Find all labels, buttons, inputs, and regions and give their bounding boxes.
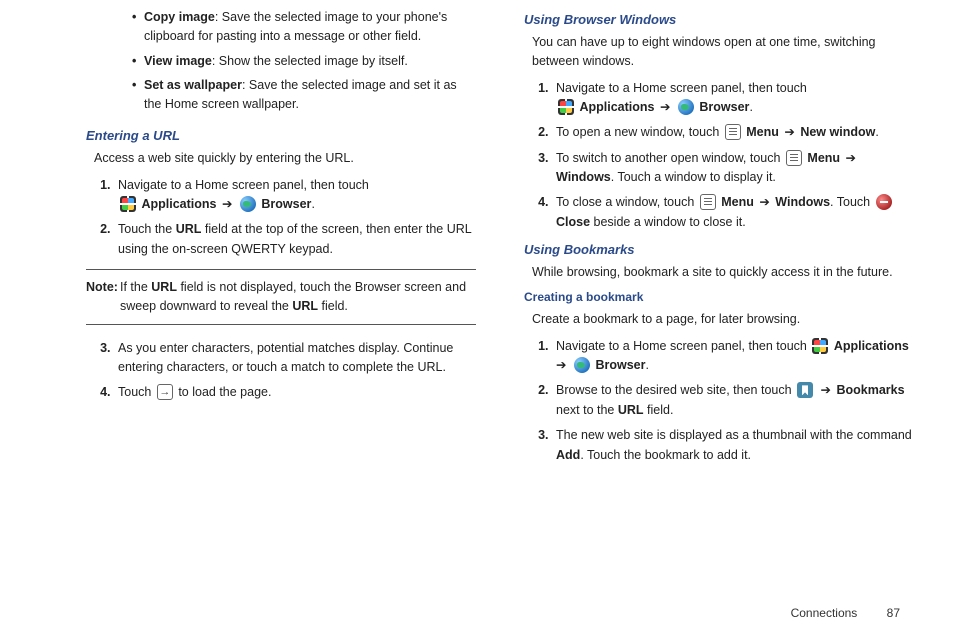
browser-icon <box>678 99 694 115</box>
url-intro: Access a web site quickly by entering th… <box>94 149 476 168</box>
url-steps-top: Navigate to a Home screen panel, then to… <box>92 176 476 260</box>
bullet-copy-image: Copy image: Save the selected image to y… <box>132 8 476 46</box>
win-step-1: Navigate to a Home screen panel, then to… <box>552 79 914 118</box>
go-arrow-icon <box>157 384 173 400</box>
close-icon <box>876 194 892 210</box>
applications-icon <box>120 196 136 212</box>
bm-step-1: Navigate to a Home screen panel, then to… <box>552 337 914 376</box>
applications-icon <box>558 99 574 115</box>
browser-icon <box>574 357 590 373</box>
note-block: Note: If the URL field is not displayed,… <box>86 269 476 325</box>
menu-icon <box>700 194 716 210</box>
bm-step-2: Browse to the desired web site, then tou… <box>552 381 914 420</box>
page-footer: Connections 87 <box>791 606 900 620</box>
win-step-2: To open a new window, touch Menu ➔ New w… <box>552 123 914 142</box>
url-step-2: Touch the URL field at the top of the sc… <box>114 220 476 259</box>
applications-icon <box>812 338 828 354</box>
url-step-1: Navigate to a Home screen panel, then to… <box>114 176 476 215</box>
menu-icon <box>725 124 741 140</box>
heading-browser-windows: Using Browser Windows <box>524 12 914 27</box>
url-step-3: As you enter characters, potential match… <box>114 339 476 378</box>
browser-icon <box>240 196 256 212</box>
footer-section: Connections <box>791 606 858 620</box>
heading-bookmarks: Using Bookmarks <box>524 242 914 257</box>
note-body: If the URL field is not displayed, touch… <box>86 278 476 316</box>
bookmark-steps: Navigate to a Home screen panel, then to… <box>530 337 914 465</box>
bookmarks-intro: While browsing, bookmark a site to quick… <box>532 263 914 282</box>
url-step-4: Touch to load the page. <box>114 383 476 402</box>
left-column: Copy image: Save the selected image to y… <box>86 8 476 475</box>
bullet-set-wallpaper: Set as wallpaper: Save the selected imag… <box>132 76 476 114</box>
heading-entering-url: Entering a URL <box>86 128 476 143</box>
footer-page-number: 87 <box>887 606 900 620</box>
heading-create-bookmark: Creating a bookmark <box>524 290 914 304</box>
bullet-view-image: View image: Show the selected image by i… <box>132 52 476 71</box>
win-step-3: To switch to another open window, touch … <box>552 149 914 188</box>
bm-step-3: The new web site is displayed as a thumb… <box>552 426 914 465</box>
windows-steps: Navigate to a Home screen panel, then to… <box>530 79 914 233</box>
bookmarks-icon <box>797 382 813 398</box>
image-options-list: Copy image: Save the selected image to y… <box>92 8 476 114</box>
create-bookmark-intro: Create a bookmark to a page, for later b… <box>532 310 914 329</box>
windows-intro: You can have up to eight windows open at… <box>532 33 914 71</box>
win-step-4: To close a window, touch Menu ➔ Windows.… <box>552 193 914 232</box>
url-steps-bottom: As you enter characters, potential match… <box>92 339 476 403</box>
note-label: Note: <box>86 278 118 297</box>
page-content: Copy image: Save the selected image to y… <box>0 0 954 475</box>
right-column: Using Browser Windows You can have up to… <box>524 8 914 475</box>
menu-icon <box>786 150 802 166</box>
